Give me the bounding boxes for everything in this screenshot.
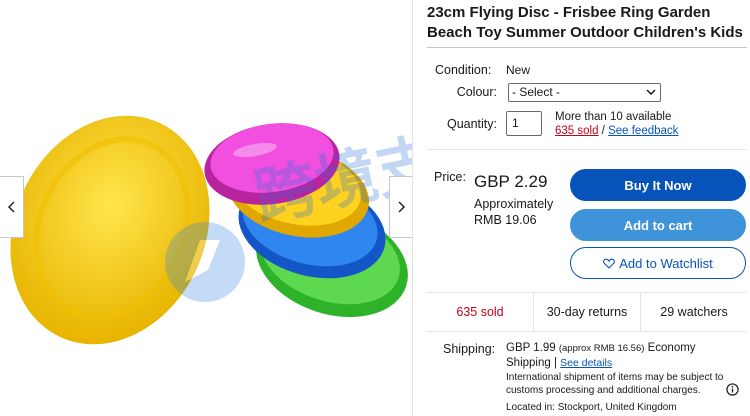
shipping-label: Shipping: (443, 342, 496, 356)
product-image: 跨境支持 (10, 112, 412, 345)
colour-select[interactable]: - Select - (508, 83, 661, 102)
link-separator: / (598, 125, 609, 137)
quantity-input[interactable]: 1 (506, 111, 542, 136)
prev-image-button[interactable] (0, 176, 24, 238)
price-value: GBP 2.29 (474, 172, 548, 191)
stat-watchers: 29 watchers (660, 305, 728, 319)
stat-sold: 635 sold (427, 293, 534, 331)
add-to-watchlist-button[interactable]: Add to Watchlist (570, 247, 746, 279)
chevron-left-icon (7, 201, 14, 213)
shipping-info: GBP 1.99 (approx RMB 16.56) Economy Ship… (506, 342, 696, 369)
info-icon[interactable] (726, 383, 739, 396)
availability-text: More than 10 available (555, 111, 672, 123)
item-info-panel: 23cm Flying Disc - Frisbee Ring Garden B… (427, 0, 747, 416)
heart-icon (603, 258, 616, 269)
availability-block: More than 10 available 635 sold / See fe… (555, 110, 678, 138)
image-gallery: 跨境支持 (0, 0, 413, 416)
shipping-cost: GBP 1.99 (506, 342, 556, 354)
price-approx-line1: Approximately (474, 197, 554, 211)
price-label: Price: (434, 170, 466, 184)
shipping-cost-approx: (approx RMB 16.56) (558, 343, 645, 354)
chevron-right-icon (398, 201, 405, 213)
add-to-cart-button[interactable]: Add to cart (570, 209, 746, 241)
sold-count-link[interactable]: 635 sold (555, 125, 598, 137)
stat-returns: 30-day returns (534, 293, 641, 331)
condition-value: New (506, 63, 531, 77)
colour-label: Colour: (456, 85, 497, 99)
international-note: International shipment of items may be s… (506, 372, 724, 396)
item-stats: 635 sold 30-day returns 29 watchers (427, 292, 747, 332)
buy-it-now-button[interactable]: Buy It Now (570, 169, 746, 201)
chevron-down-icon (646, 89, 656, 96)
watchlist-label: Add to Watchlist (619, 255, 713, 271)
item-location: Located in: Stockport, United Kingdom (506, 402, 677, 413)
colour-select-value: - Select - (512, 85, 561, 99)
price-approx-line2: RMB 19.06 (474, 213, 537, 227)
shipping-service-line2: Shipping (506, 357, 551, 369)
shipping-service: Economy (647, 342, 696, 354)
divider (427, 149, 747, 150)
price-approx: Approximately RMB 19.06 (474, 196, 553, 228)
see-details-link[interactable]: See details (560, 357, 612, 369)
next-image-button[interactable] (389, 176, 412, 238)
see-feedback-link[interactable]: See feedback (608, 125, 678, 137)
listing-title: 23cm Flying Disc - Frisbee Ring Garden B… (427, 4, 743, 41)
divider (427, 47, 747, 48)
quantity-label: Quantity: (446, 117, 497, 131)
